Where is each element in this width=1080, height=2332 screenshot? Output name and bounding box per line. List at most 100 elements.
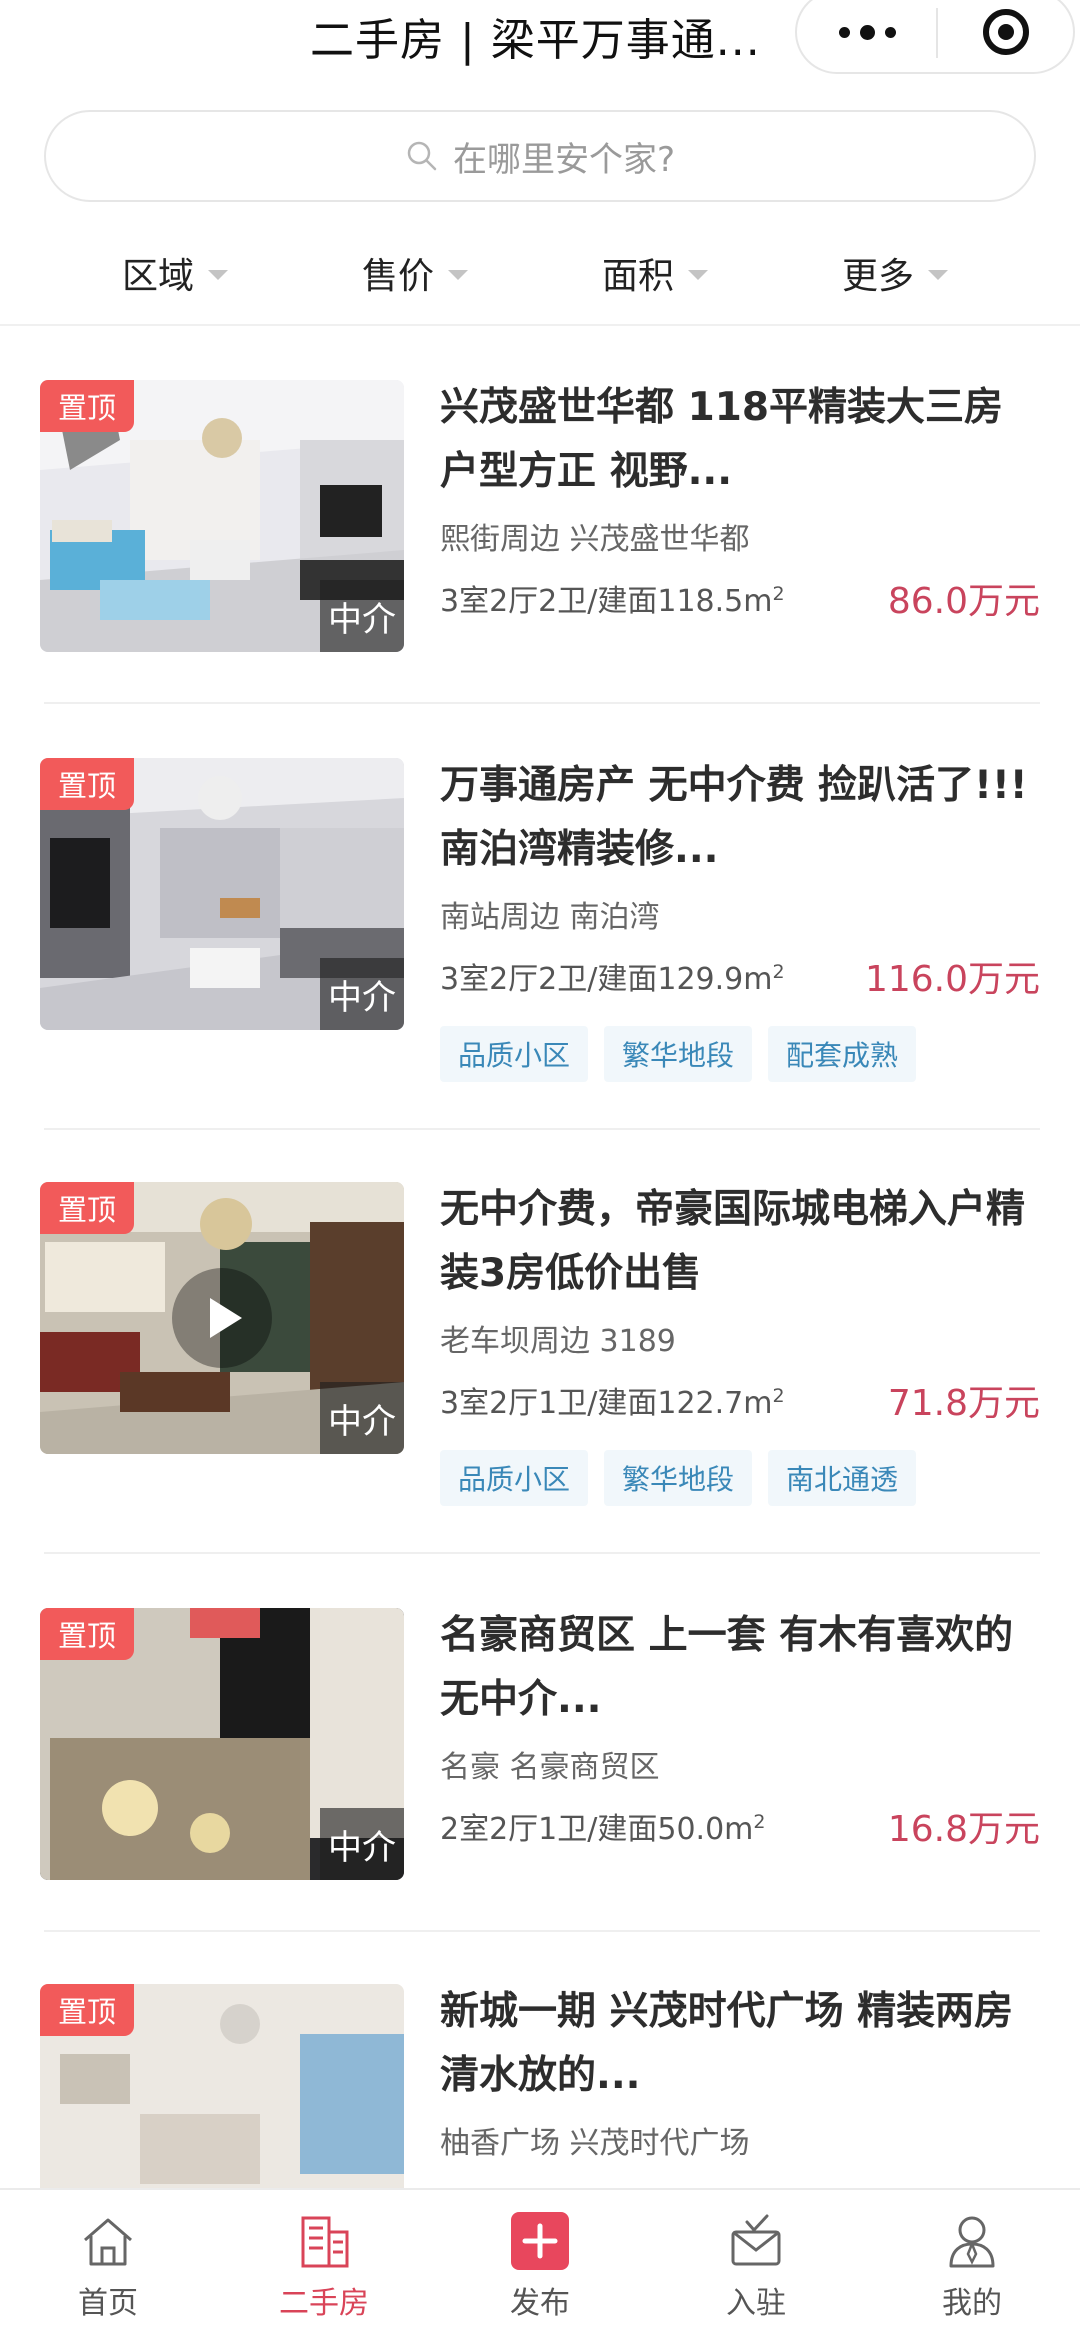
tab-mine[interactable]: 我的 bbox=[864, 2190, 1080, 2332]
listing-location: 老车坝周边 3189 bbox=[440, 1324, 676, 1359]
feature-tag: 配套成熟 bbox=[768, 1026, 917, 1082]
search-icon bbox=[407, 141, 437, 171]
pinned-badge: 置顶 bbox=[40, 758, 134, 810]
miniprogram-capsule bbox=[795, 0, 1075, 74]
listing-spec-text: 3室2厅1卫/建面122.7m bbox=[440, 1386, 773, 1421]
listing-location: 南站周边 南泊湾 bbox=[440, 900, 660, 935]
divider bbox=[44, 702, 1040, 704]
listing-title[interactable]: 新城一期 兴茂时代广场 精装两房 清水放的... bbox=[440, 1984, 1040, 2108]
header: 二手房 | 梁平万事通... bbox=[0, 0, 1080, 80]
listing-card[interactable]: 置顶 新城一期 兴茂时代广场 精装两房 清水放的... 柚香广场 兴茂时代广场 bbox=[0, 1984, 1080, 2188]
search-input[interactable]: 在哪里安个家? bbox=[44, 110, 1036, 202]
listing-photo: 置顶 中介 bbox=[40, 758, 404, 1030]
filter-label: 面积 bbox=[602, 256, 675, 297]
listing-card[interactable]: 置顶 中介 兴茂盛世华都 118平精装大三房 户型方正 视野... 熙街周边 兴… bbox=[0, 380, 1080, 652]
tab-publish[interactable]: 发布 bbox=[432, 2190, 648, 2332]
filter-region[interactable]: 区域 bbox=[122, 238, 229, 308]
listing-title[interactable]: 无中介费，帝豪国际城电梯入户精装3房低价出售 bbox=[440, 1178, 1040, 1306]
agent-badge: 中介 bbox=[320, 1382, 404, 1454]
agent-badge: 中介 bbox=[320, 580, 404, 652]
unit-superscript: 2 bbox=[772, 583, 785, 605]
tab-label: 首页 bbox=[78, 2286, 138, 2321]
listing-photo: 置顶 中介 bbox=[40, 1608, 404, 1880]
agent-badge: 中介 bbox=[320, 958, 404, 1030]
listing-card[interactable]: 置顶 中介 无中介费，帝豪国际城电梯入户精装3房低价出售 老车坝周边 3189 … bbox=[0, 1182, 1080, 1522]
tab-label: 发布 bbox=[510, 2286, 570, 2321]
tab-home[interactable]: 首页 bbox=[0, 2190, 216, 2332]
inbox-icon bbox=[725, 2208, 787, 2274]
divider bbox=[44, 1930, 1040, 1932]
listing-card[interactable]: 置顶 中介 万事通房产 无中介费 捡趴活了!!! 南泊湾精装修... 南站周边 … bbox=[0, 758, 1080, 1098]
play-video-button[interactable] bbox=[172, 1268, 272, 1368]
filter-label: 更多 bbox=[842, 256, 915, 297]
tab-settle-in[interactable]: 入驻 bbox=[648, 2190, 864, 2332]
filter-area[interactable]: 面积 bbox=[602, 238, 709, 308]
listing-spec: 3室2厅2卫/建面118.5m2 bbox=[440, 576, 785, 620]
home-icon bbox=[77, 2208, 139, 2274]
tab-second-hand[interactable]: 二手房 bbox=[216, 2190, 432, 2332]
pinned-badge: 置顶 bbox=[40, 380, 134, 432]
chevron-down-icon bbox=[208, 270, 229, 280]
filter-more[interactable]: 更多 bbox=[842, 238, 949, 308]
filter-price[interactable]: 售价 bbox=[362, 238, 469, 308]
listing-price: 116.0万元 bbox=[864, 959, 1040, 1000]
listing-spec: 3室2厅1卫/建面122.7m2 bbox=[440, 1378, 785, 1422]
target-icon-core bbox=[998, 24, 1014, 40]
listing-spec-text: 3室2厅2卫/建面129.9m bbox=[440, 962, 773, 997]
listing-title[interactable]: 兴茂盛世华都 118平精装大三房 户型方正 视野... bbox=[440, 376, 1040, 504]
play-icon bbox=[210, 1298, 242, 1338]
pinned-badge: 置顶 bbox=[40, 1984, 134, 2036]
plus-icon bbox=[509, 2208, 571, 2274]
chevron-down-icon bbox=[928, 270, 949, 280]
pinned-badge: 置顶 bbox=[40, 1182, 134, 1234]
divider bbox=[44, 1552, 1040, 1554]
listing-photo: 置顶 中介 bbox=[40, 380, 404, 652]
more-dots-icon-right bbox=[884, 26, 896, 38]
unit-superscript: 2 bbox=[753, 1811, 766, 1833]
tab-label: 我的 bbox=[942, 2286, 1002, 2321]
agent-badge: 中介 bbox=[320, 1808, 404, 1880]
page-title: 二手房 | 梁平万事通... bbox=[310, 15, 761, 66]
listing-price: 86.0万元 bbox=[887, 581, 1040, 622]
listing-spec: 3室2厅2卫/建面129.9m2 bbox=[440, 954, 785, 998]
feature-tag: 繁华地段 bbox=[604, 1450, 753, 1506]
pinned-badge: 置顶 bbox=[40, 1608, 134, 1660]
building-icon bbox=[293, 2208, 355, 2274]
feature-tag: 繁华地段 bbox=[604, 1026, 753, 1082]
listing-photo: 置顶 bbox=[40, 1984, 404, 2188]
divider bbox=[44, 1128, 1040, 1130]
chevron-down-icon bbox=[688, 270, 709, 280]
listing-spec-text: 2室2厅1卫/建面50.0m bbox=[440, 1812, 754, 1847]
tab-label: 二手房 bbox=[279, 2286, 369, 2321]
listing-location: 柚香广场 兴茂时代广场 bbox=[440, 2126, 750, 2161]
listing-spec: 2室2厅1卫/建面50.0m2 bbox=[440, 1804, 765, 1848]
listing-photo: 置顶 中介 bbox=[40, 1182, 404, 1454]
search-placeholder: 在哪里安个家? bbox=[452, 139, 676, 180]
unit-superscript: 2 bbox=[772, 1385, 785, 1407]
filter-bar: 区域 售价 面积 更多 bbox=[0, 230, 1080, 326]
bottom-tab-bar: 首页 二手房 发布 入驻 我的 bbox=[0, 2188, 1080, 2332]
filter-label: 区域 bbox=[122, 256, 195, 297]
more-button[interactable] bbox=[797, 0, 937, 72]
listing-spec-text: 3室2厅2卫/建面118.5m bbox=[440, 584, 773, 619]
feature-tag: 南北通透 bbox=[768, 1450, 917, 1506]
more-dots-icon bbox=[838, 26, 850, 38]
listing-price: 16.8万元 bbox=[887, 1809, 1040, 1850]
listing-title[interactable]: 名豪商贸区 上一套 有木有喜欢的 无中介... bbox=[440, 1604, 1040, 1732]
listing-price: 71.8万元 bbox=[887, 1383, 1040, 1424]
listing-tags: 品质小区 繁华地段 配套成熟 bbox=[440, 1026, 932, 1082]
more-dots-icon-center bbox=[859, 24, 875, 40]
chevron-down-icon bbox=[448, 270, 469, 280]
listing-location: 熙街周边 兴茂盛世华都 bbox=[440, 522, 750, 557]
feature-tag: 品质小区 bbox=[440, 1026, 589, 1082]
close-miniprogram-button[interactable] bbox=[937, 0, 1075, 72]
feature-tag: 品质小区 bbox=[440, 1450, 589, 1506]
unit-superscript: 2 bbox=[772, 961, 785, 983]
listing-location: 名豪 名豪商贸区 bbox=[440, 1750, 660, 1785]
target-icon bbox=[983, 9, 1029, 55]
filter-label: 售价 bbox=[362, 256, 435, 297]
tab-label: 入驻 bbox=[726, 2286, 786, 2321]
listing-card[interactable]: 置顶 中介 名豪商贸区 上一套 有木有喜欢的 无中介... 名豪 名豪商贸区 2… bbox=[0, 1608, 1080, 1880]
listing-tags: 品质小区 繁华地段 南北通透 bbox=[440, 1450, 932, 1506]
listing-title[interactable]: 万事通房产 无中介费 捡趴活了!!! 南泊湾精装修... bbox=[440, 754, 1040, 882]
